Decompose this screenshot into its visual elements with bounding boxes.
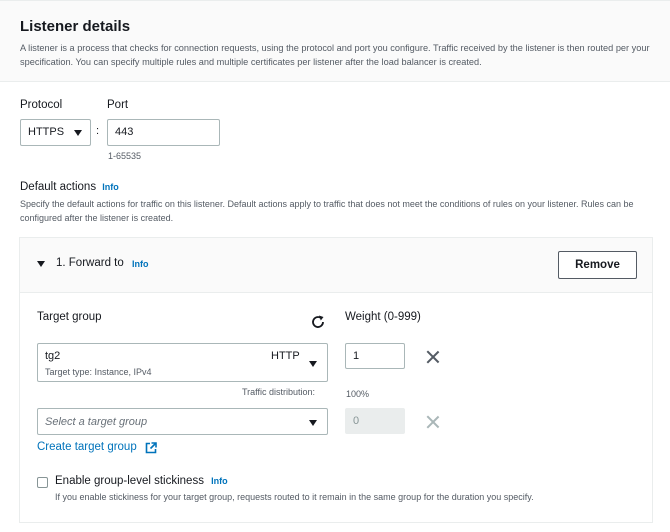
default-actions-label: Default actions bbox=[20, 181, 97, 193]
section-description: A listener is a process that checks for … bbox=[20, 43, 650, 67]
weight-value: 1 bbox=[353, 350, 360, 362]
port-value: 443 bbox=[115, 126, 134, 138]
default-actions-heading: Default actions Info bbox=[20, 181, 119, 193]
remove-button[interactable]: Remove bbox=[558, 251, 637, 279]
new-weight-input[interactable]: 0 bbox=[345, 408, 405, 434]
new-target-group-placeholder: Select a target group bbox=[45, 416, 148, 428]
default-actions-description: Specify the default actions for traffic … bbox=[20, 199, 634, 223]
default-actions-info-link[interactable]: Info bbox=[102, 182, 119, 192]
listener-details-header: Listener details A listener is a process… bbox=[0, 0, 670, 82]
target-group-select[interactable]: tg2 Target type: Instance, IPv4 HTTP bbox=[37, 343, 328, 382]
port-hint: 1-65535 bbox=[108, 151, 142, 161]
forward-to-info-link[interactable]: Info bbox=[132, 259, 149, 269]
chevron-down-icon bbox=[74, 130, 82, 136]
port-input[interactable]: 443 bbox=[107, 119, 220, 146]
close-icon[interactable] bbox=[426, 350, 440, 364]
target-group-label: Target group bbox=[37, 311, 102, 323]
stickiness-checkbox[interactable] bbox=[37, 477, 48, 488]
protocol-select[interactable]: HTTPS bbox=[20, 119, 91, 146]
stickiness-heading: Enable group-level stickiness Info bbox=[55, 475, 228, 487]
traffic-distribution-value: 100% bbox=[346, 389, 370, 399]
new-target-group-select[interactable]: Select a target group bbox=[37, 408, 328, 435]
new-weight-value: 0 bbox=[353, 415, 360, 427]
weight-label: Weight (0-999) bbox=[345, 311, 421, 323]
traffic-distribution-label: Traffic distribution: bbox=[242, 387, 316, 397]
target-group-protocol: HTTP bbox=[271, 350, 300, 362]
chevron-down-icon bbox=[309, 420, 317, 426]
forward-to-title: 1. Forward to bbox=[56, 257, 124, 269]
protocol-value: HTTPS bbox=[28, 126, 65, 138]
external-link-icon[interactable] bbox=[145, 442, 157, 454]
target-group-detail: Target type: Instance, IPv4 bbox=[45, 367, 152, 377]
stickiness-hint: If you enable stickiness for your target… bbox=[55, 492, 534, 502]
stickiness-label: Enable group-level stickiness bbox=[55, 475, 204, 487]
create-target-group-label: Create target group bbox=[37, 441, 137, 453]
forward-action-header: 1. Forward to Info Remove bbox=[20, 238, 652, 293]
protocol-label: Protocol bbox=[20, 99, 63, 111]
protocol-port-separator: : bbox=[96, 125, 100, 137]
caret-down-icon[interactable] bbox=[37, 261, 45, 267]
chevron-down-icon bbox=[309, 361, 317, 367]
stickiness-info-link[interactable]: Info bbox=[211, 476, 228, 486]
create-target-group-link[interactable]: Create target group bbox=[37, 441, 137, 453]
port-label: Port bbox=[107, 99, 129, 111]
close-icon[interactable] bbox=[426, 415, 440, 429]
weight-input[interactable]: 1 bbox=[345, 343, 405, 369]
refresh-icon[interactable] bbox=[310, 314, 326, 330]
target-group-name: tg2 bbox=[45, 350, 61, 362]
section-title: Listener details bbox=[20, 18, 131, 35]
